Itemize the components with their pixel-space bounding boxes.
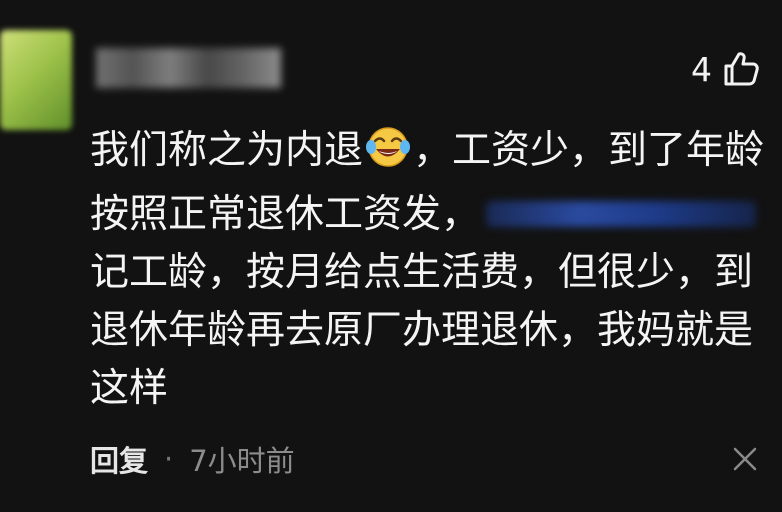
reply-button[interactable]: 回复	[90, 438, 148, 480]
comment-text-part: 我们称之为内退	[90, 128, 364, 173]
comment-text: 我们称之为内退 ，工资少，到了年龄 按照正常退休工资发， 记工龄，按月给点生活费…	[90, 122, 765, 418]
redacted-text	[486, 201, 757, 227]
timestamp: 7小时前	[189, 444, 295, 478]
comment-text-part: 按照正常退休工资发，	[90, 192, 481, 237]
comment-line-3: 记工龄，按月给点生活费，但很少，到	[90, 250, 754, 295]
comment-line-1: 我们称之为内退 ，工资少，到了年龄	[90, 122, 765, 186]
comment-footer: 回复 · 7小时前	[90, 438, 295, 480]
comment-card: 4 我们称之为内退 ，工资少，到了年龄 按照正常退休工资发， 记工龄，按月给点生…	[0, 0, 782, 512]
comment-text-part: ，工资少，到了年龄	[413, 128, 765, 173]
laughing-tears-emoji-icon	[365, 125, 411, 186]
comment-line-2: 按照正常退休工资发，	[90, 186, 762, 244]
separator-dot: ·	[164, 442, 174, 476]
thumbs-up-icon[interactable]	[722, 50, 760, 88]
like-button[interactable]: 4	[691, 50, 760, 88]
comment-line-5: 这样	[90, 366, 169, 411]
like-count: 4	[691, 49, 712, 89]
username-blurred[interactable]	[96, 48, 281, 88]
comment-line-4: 退休年龄再去原厂办理退休，我妈就是	[90, 308, 754, 353]
close-icon[interactable]	[732, 446, 758, 472]
avatar[interactable]	[0, 30, 72, 130]
